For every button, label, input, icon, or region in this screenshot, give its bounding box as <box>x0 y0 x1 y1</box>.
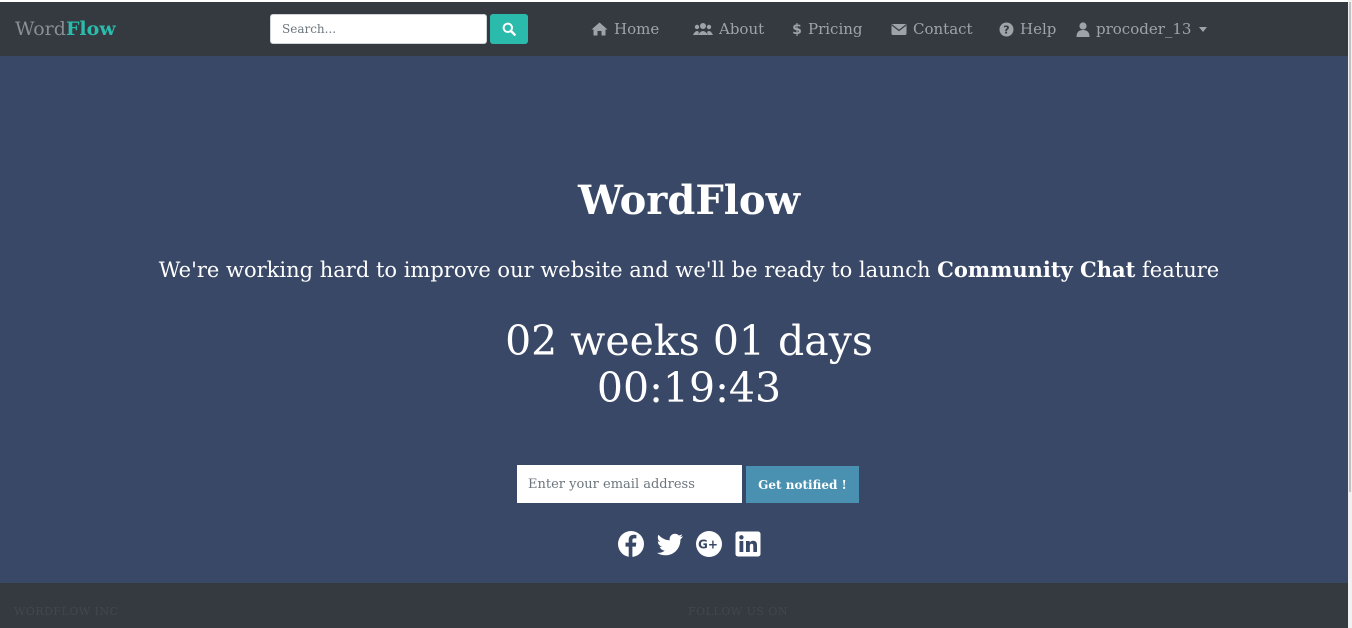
question-circle-icon: ? <box>999 22 1014 36</box>
hero-subtitle-feature: Community Chat <box>937 257 1136 282</box>
search-button[interactable] <box>490 14 528 44</box>
email-input[interactable] <box>517 465 742 503</box>
home-icon <box>591 22 608 36</box>
footer-company-heading: WORDFLOW INC <box>14 605 119 618</box>
nav-pricing-label: Pricing <box>808 20 863 38</box>
countdown-timer: 02 weeks 01 days 00:19:43 <box>0 318 1352 412</box>
svg-text:?: ? <box>1003 23 1009 36</box>
twitter-icon[interactable] <box>656 530 684 558</box>
nav-pricing[interactable]: $ Pricing <box>792 19 863 39</box>
brand-flow: Flow <box>65 18 116 40</box>
countdown-days: 02 weeks 01 days <box>505 317 873 365</box>
top-navbar: WordFlow Home About $ Pricing Contact ? … <box>0 2 1348 56</box>
search-input[interactable] <box>270 14 487 44</box>
nav-help[interactable]: ? Help <box>999 19 1056 39</box>
linkedin-icon[interactable] <box>734 530 762 558</box>
nav-contact-label: Contact <box>913 20 973 38</box>
svg-text:$: $ <box>792 22 802 37</box>
user-icon <box>1076 21 1090 37</box>
chevron-down-icon <box>1199 26 1208 32</box>
hero-section: WordFlow We're working hard to improve o… <box>0 56 1348 583</box>
countdown-clock: 00:19:43 <box>596 364 782 412</box>
footer-follow-heading: FOLLOW US ON <box>688 605 789 618</box>
brand-logo[interactable]: WordFlow <box>15 17 116 41</box>
users-icon <box>693 23 713 35</box>
brand-word: Word <box>15 18 66 40</box>
nav-about[interactable]: About <box>693 19 764 39</box>
hero-subtitle-text: We're working hard to improve our websit… <box>158 258 938 282</box>
svg-text:G+: G+ <box>698 538 718 552</box>
user-menu-dropdown[interactable]: procoder_13 <box>1076 19 1208 39</box>
page-footer: WORDFLOW INC FOLLOW US ON <box>0 583 1348 628</box>
nav-about-label: About <box>719 20 765 38</box>
hero-subtitle-suffix: feature <box>1135 258 1220 282</box>
nav-help-label: Help <box>1020 20 1057 38</box>
search-icon <box>502 22 516 36</box>
nav-contact[interactable]: Contact <box>891 19 973 39</box>
user-menu-label: procoder_13 <box>1096 20 1192 38</box>
google-plus-icon[interactable]: G+ <box>695 530 723 558</box>
facebook-icon[interactable] <box>617 530 645 558</box>
scrollbar-thumb[interactable] <box>1349 2 1351 492</box>
get-notified-button[interactable]: Get notified ! <box>746 466 859 503</box>
dollar-icon: $ <box>792 22 802 37</box>
nav-home[interactable]: Home <box>591 19 659 39</box>
envelope-icon <box>891 23 907 35</box>
hero-title: WordFlow <box>577 177 801 224</box>
nav-home-label: Home <box>614 20 660 38</box>
hero-subtitle: We're working hard to improve our websit… <box>0 256 1352 284</box>
